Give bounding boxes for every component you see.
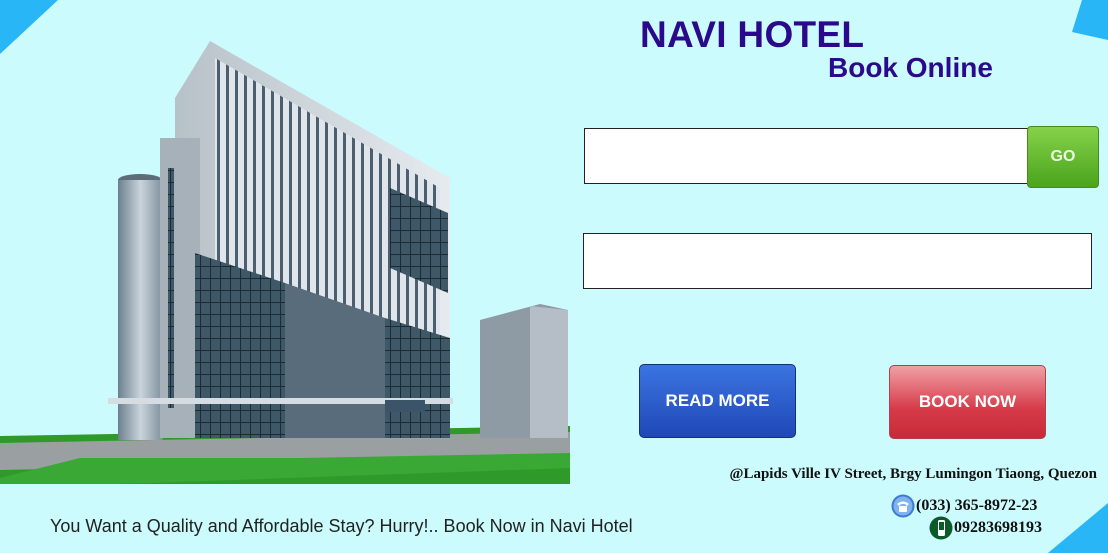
book-now-button[interactable]: BOOK NOW [889, 365, 1046, 439]
promo-tagline: You Want a Quality and Affordable Stay? … [50, 516, 633, 536]
mobile-number: 09283698193 [954, 519, 1042, 536]
hotel-building-image [0, 41, 570, 484]
hotel-name-title: NAVI HOTEL [640, 14, 865, 55]
mobile-phone-icon [929, 516, 953, 540]
mobile-contact: 09283698193 [929, 516, 1042, 540]
book-online-subtitle: Book Online [828, 52, 993, 83]
booking-search-input[interactable] [584, 128, 1030, 184]
telephone-icon [891, 494, 915, 518]
go-button[interactable]: GO [1027, 126, 1099, 188]
landline-number: (033) 365-8972-23 [916, 497, 1038, 514]
corner-decoration-top-right [1072, 0, 1108, 40]
booking-details-input[interactable] [583, 233, 1092, 289]
hotel-address: @Lapids Ville IV Street, Brgy Lumingon T… [729, 466, 1098, 482]
read-more-button[interactable]: READ MORE [639, 364, 796, 438]
landline-contact: (033) 365-8972-23 [891, 494, 1037, 518]
